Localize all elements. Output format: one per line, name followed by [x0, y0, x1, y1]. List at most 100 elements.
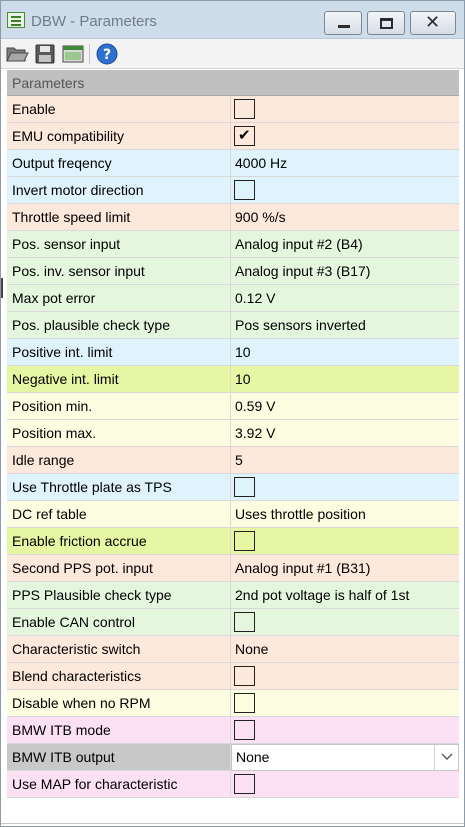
toolbar-separator	[89, 44, 90, 64]
param-row[interactable]: Max pot error 0.12 V	[7, 285, 459, 312]
dropdown-value: None	[236, 749, 270, 765]
close-button[interactable]: ✕	[410, 11, 456, 35]
param-label: Disable when no RPM	[7, 690, 231, 716]
param-label: Second PPS pot. input	[7, 555, 231, 581]
param-row[interactable]: Second PPS pot. input Analog input #1 (B3…	[7, 555, 459, 582]
param-row[interactable]: Position max. 3.92 V	[7, 420, 459, 447]
param-row[interactable]: Output freqency 4000 Hz	[7, 150, 459, 177]
param-value[interactable]: Analog input #3 (B17)	[231, 258, 459, 284]
dropdown-button[interactable]	[434, 745, 458, 770]
param-value[interactable]: Analog input #2 (B4)	[231, 231, 459, 257]
param-row[interactable]: Positive int. limit 10	[7, 339, 459, 366]
app-table-icon	[7, 12, 25, 28]
param-label: EMU compatibility	[7, 123, 231, 149]
param-value[interactable]: 0.59 V	[231, 393, 459, 419]
param-row[interactable]: Enable CAN control	[7, 609, 459, 636]
chevron-down-icon	[441, 753, 453, 760]
param-label: Pos. sensor input	[7, 231, 231, 257]
param-label: PPS Plausible check type	[7, 582, 231, 608]
param-checkbox[interactable]	[234, 531, 255, 551]
close-icon: ✕	[425, 12, 441, 33]
param-checkbox[interactable]	[234, 99, 255, 119]
param-label: Max pot error	[7, 285, 231, 311]
toolbar: ?	[1, 39, 464, 69]
param-row[interactable]: Pos. plausible check type Pos sensors inv…	[7, 312, 459, 339]
open-button[interactable]	[5, 42, 29, 66]
param-label: Pos. inv. sensor input	[7, 258, 231, 284]
svg-text:?: ?	[103, 47, 111, 63]
param-row[interactable]: Idle range 5	[7, 447, 459, 474]
param-row[interactable]: Blend characteristics	[7, 663, 459, 690]
minimize-icon	[338, 25, 350, 28]
param-label: Enable CAN control	[7, 609, 231, 635]
param-checkbox[interactable]	[234, 666, 255, 686]
param-label: Output freqency	[7, 150, 231, 176]
help-icon: ?	[96, 43, 118, 65]
param-checkbox[interactable]	[234, 693, 255, 713]
param-row[interactable]: BMW ITB output None	[7, 744, 459, 771]
grid-header: Parameters	[7, 70, 459, 96]
view-button[interactable]	[61, 42, 85, 66]
save-button[interactable]	[33, 42, 57, 66]
param-value[interactable]: Analog input #1 (B31)	[231, 555, 459, 581]
param-row[interactable]: DC ref table Uses throttle position	[7, 501, 459, 528]
param-checkbox[interactable]	[234, 612, 255, 632]
param-row[interactable]: Characteristic switch None	[7, 636, 459, 663]
param-label: DC ref table	[7, 501, 231, 527]
save-icon	[35, 44, 55, 64]
param-value[interactable]: Pos sensors inverted	[231, 312, 459, 338]
param-checkbox[interactable]	[234, 125, 255, 146]
param-checkbox[interactable]	[234, 477, 255, 497]
param-checkbox[interactable]	[234, 774, 255, 794]
param-label: Use Throttle plate as TPS	[7, 474, 231, 500]
param-value[interactable]: 10	[231, 366, 459, 392]
parameters-window: DBW - Parameters ✕ ? Parameters Enable E…	[0, 0, 465, 827]
param-label: Idle range	[7, 447, 231, 473]
window-bottom-border	[1, 823, 464, 824]
param-row[interactable]: Enable friction accrue	[7, 528, 459, 555]
maximize-button[interactable]	[367, 11, 405, 35]
param-value[interactable]: 900 %/s	[231, 204, 459, 230]
param-row[interactable]: Disable when no RPM	[7, 690, 459, 717]
param-label: Pos. plausible check type	[7, 312, 231, 338]
param-row[interactable]: PPS Plausible check type 2nd pot voltage …	[7, 582, 459, 609]
param-checkbox[interactable]	[234, 180, 255, 200]
param-label: Throttle speed limit	[7, 204, 231, 230]
param-row[interactable]: Pos. inv. sensor input Analog input #3 (B…	[7, 258, 459, 285]
param-row[interactable]: BMW ITB mode	[7, 717, 459, 744]
param-row[interactable]: EMU compatibility	[7, 123, 459, 150]
help-button[interactable]: ?	[95, 42, 119, 66]
window-title: DBW - Parameters	[31, 13, 157, 30]
param-label: Invert motor direction	[7, 177, 231, 203]
param-value[interactable]: Uses throttle position	[231, 501, 459, 527]
param-label: BMW ITB output	[7, 744, 231, 770]
title-bar[interactable]: DBW - Parameters ✕	[1, 1, 464, 39]
param-row[interactable]: Invert motor direction	[7, 177, 459, 204]
param-row[interactable]: Throttle speed limit 900 %/s	[7, 204, 459, 231]
param-value[interactable]: 3.92 V	[231, 420, 459, 446]
maximize-icon	[380, 18, 393, 29]
param-dropdown[interactable]: None	[231, 744, 459, 771]
param-label: Use MAP for characteristic	[7, 771, 231, 797]
param-row[interactable]: Enable	[7, 96, 459, 123]
param-row[interactable]: Negative int. limit 10	[7, 366, 459, 393]
param-value[interactable]: 4000 Hz	[231, 150, 459, 176]
param-label: Blend characteristics	[7, 663, 231, 689]
param-row[interactable]: Use MAP for characteristic	[7, 771, 459, 798]
param-label: Position max.	[7, 420, 231, 446]
param-row[interactable]: Pos. sensor input Analog input #2 (B4)	[7, 231, 459, 258]
param-label: Position min.	[7, 393, 231, 419]
param-value[interactable]: None	[231, 636, 459, 662]
param-value[interactable]: 0.12 V	[231, 285, 459, 311]
param-row[interactable]: Use Throttle plate as TPS	[7, 474, 459, 501]
minimize-button[interactable]	[324, 11, 362, 35]
param-value[interactable]: 2nd pot voltage is half of 1st	[231, 582, 459, 608]
param-checkbox[interactable]	[234, 720, 255, 740]
param-value[interactable]: 5	[231, 447, 459, 473]
param-value[interactable]: 10	[231, 339, 459, 365]
param-label: Negative int. limit	[7, 366, 231, 392]
param-row[interactable]: Position min. 0.59 V	[7, 393, 459, 420]
view-window-icon	[62, 45, 84, 63]
param-label: Characteristic switch	[7, 636, 231, 662]
param-label: BMW ITB mode	[7, 717, 231, 743]
